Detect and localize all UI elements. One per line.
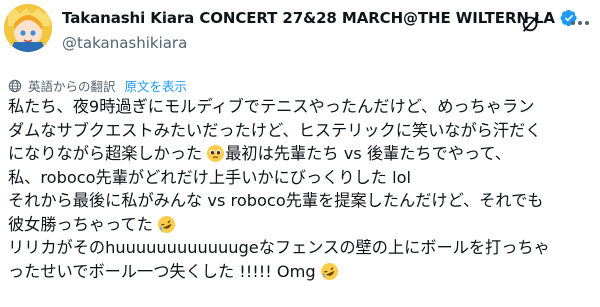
translation-row: 英語からの翻訳 原文を表示: [8, 76, 187, 95]
tweet-line-text: 私、roboco先輩がどれだけ上手いかにびっくりした lol: [8, 167, 411, 187]
tweet-text: 私たち、夜9時過ぎにモルディブでテニスやったんだけど、めっちゃラン ダムなサブク…: [8, 95, 598, 283]
handle[interactable]: @takanashikiara: [62, 34, 187, 52]
tweet-line: 私たち、夜9時過ぎにモルディブでテニスやったんだけど、めっちゃラン: [8, 95, 598, 119]
avatar[interactable]: [4, 4, 52, 52]
tweet-line: になりながら超楽しかった 最初は先輩たち vs 後輩たちでやって、: [8, 142, 598, 166]
more-icon[interactable]: [568, 12, 592, 34]
tweet-line-text: リリカがそのhuuuuuuuuuuuugeなフェンスの壁の上にボールを打っちゃ: [8, 238, 550, 257]
translation-label: 英語からの翻訳: [28, 79, 116, 94]
tweet-line-text: ダムなサブクエストみたいだったけど、ヒステリックに笑いながら汗だく: [8, 120, 542, 140]
tweet-line-text: ったせいでボール一つ失くした !!!!! Omg: [8, 261, 316, 281]
globe-icon: [8, 79, 22, 92]
tweet-line: ったせいでボール一つ失くした !!!!! Omg: [8, 260, 598, 284]
rolling-laughing-emoji-icon: [320, 262, 338, 280]
name-row: Takanashi Kiara CONCERT 27&28 MARCH@THE …: [62, 9, 578, 27]
show-original-link[interactable]: 原文を表示: [125, 76, 188, 95]
tweet-line: 私、roboco先輩がどれだけ上手いかにびっくりした lol: [8, 166, 598, 190]
rolling-laughing-emoji-icon: [157, 215, 175, 233]
tweet-line-text: 私たち、夜9時過ぎにモルディブでテニスやったんだけど、めっちゃラン: [8, 97, 535, 116]
tweet-line: リリカがそのhuuuuuuuuuuuugeなフェンスの壁の上にボールを打っちゃ: [8, 236, 598, 260]
display-name[interactable]: Takanashi Kiara CONCERT 27&28 MARCH@THE …: [62, 9, 555, 27]
tweet-line: それから最後に私がみんな vs roboco先輩を提案したんだけど、それでも: [8, 189, 598, 213]
tweet-line-text: それから最後に私がみんな vs roboco先輩を提案したんだけど、それでも: [8, 191, 544, 210]
pleading-face-emoji-icon: [207, 145, 225, 163]
tweet-line: ダムなサブクエストみたいだったけど、ヒステリックに笑いながら汗だく: [8, 119, 598, 143]
tweet-line: 彼女勝っちゃってた: [8, 213, 598, 237]
tweet-line-text: 最初は先輩たち vs 後輩たちでやって、: [225, 144, 511, 163]
tweet-line-text: 彼女勝っちゃってた: [8, 214, 153, 234]
tweet-line-text: になりながら超楽しかった: [8, 144, 203, 163]
tweet-header: Takanashi Kiara CONCERT 27&28 MARCH@THE …: [0, 0, 600, 72]
grok-icon[interactable]: [520, 12, 542, 34]
